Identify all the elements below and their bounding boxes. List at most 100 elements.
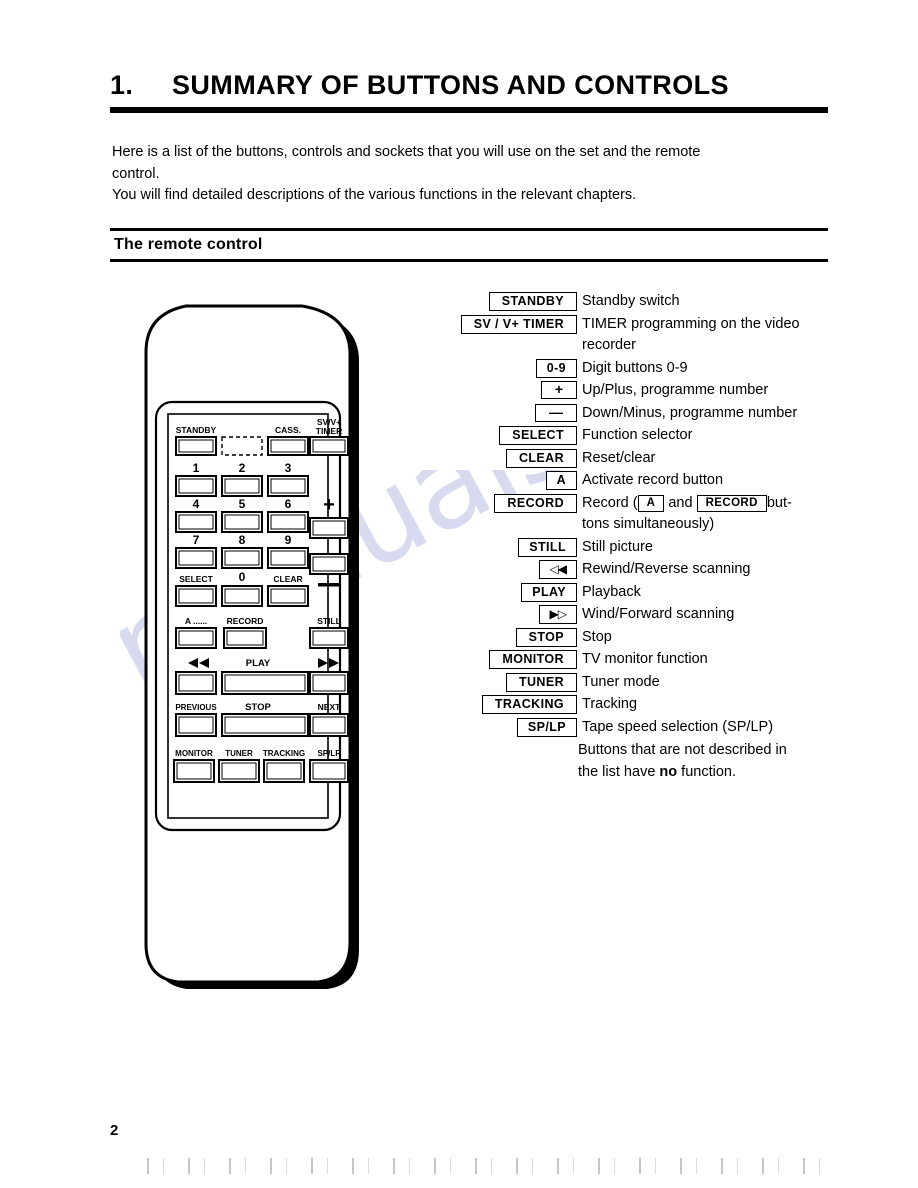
legend-row: STILL Still picture xyxy=(440,537,840,559)
footnote-line-2: the list have no function. xyxy=(578,762,840,784)
key-minus: — xyxy=(535,403,577,422)
legend-description: Tracking xyxy=(582,696,638,712)
document-page: 1. SUMMARY OF BUTTONS AND CONTROLS Here … xyxy=(0,0,918,1188)
legend-key: SV / V+ TIMER xyxy=(440,314,582,334)
remote-label-previous: PREVIOUS xyxy=(175,703,217,712)
legend-description: Still picture xyxy=(582,538,653,555)
footnote-text-after: function. xyxy=(677,763,736,780)
remote-label-8: 8 xyxy=(239,533,246,547)
legend-row: STOP Stop xyxy=(440,627,840,649)
page-number: 2 xyxy=(110,1122,119,1139)
record-suffix: but- xyxy=(766,494,792,511)
legend-row: + Up/Plus, programme number xyxy=(440,380,840,402)
record-mid: and xyxy=(668,494,693,511)
legend-key: RECORD xyxy=(440,493,582,513)
remote-label-splp: SP/LP xyxy=(317,749,341,758)
key-tracking: TRACKING xyxy=(481,695,577,714)
legend-description: Up/Plus, programme number xyxy=(582,382,769,398)
legend-row: RECORD Record (A and RECORD but- tons sim… xyxy=(440,493,840,536)
remote-label-tuner: TUNER xyxy=(225,749,253,758)
legend-key: TUNER xyxy=(440,672,582,692)
remote-label-cass: CASS. xyxy=(275,425,301,435)
legend-row: ◁◀ Rewind/Reverse scanning xyxy=(440,559,840,581)
legend-description: Activate record button xyxy=(582,472,724,488)
intro-line-3: You will find detailed descriptions of t… xyxy=(112,187,637,203)
footnote: Buttons that are not described in the li… xyxy=(578,740,840,783)
legend-key: STOP xyxy=(440,627,582,647)
legend-description: Stop xyxy=(582,628,612,645)
legend-description-record: Record (A and RECORD but- tons simultaneo… xyxy=(582,493,840,536)
record-prefix: Record ( xyxy=(582,494,638,511)
footnote-text-before: the list have xyxy=(578,763,660,780)
legend-description: Digit buttons 0-9 xyxy=(582,359,688,376)
legend-description: Tape speed selection (SP/LP) xyxy=(582,718,774,735)
legend-row: PLAY Playback xyxy=(440,582,840,604)
remote-label-monitor: MONITOR xyxy=(175,749,213,758)
legend-description: Reset/clear xyxy=(582,449,656,466)
legend-row: SP/LP Tape speed selection (SP/LP) xyxy=(440,717,840,739)
legend-key: STILL xyxy=(440,537,582,557)
legend-key: SELECT xyxy=(440,425,582,445)
legend-row: MONITOR TV monitor function xyxy=(440,649,840,671)
remote-label-tracking: TRACKING xyxy=(263,749,305,758)
key-play: PLAY xyxy=(521,582,577,602)
remote-label-6: 6 xyxy=(285,497,292,511)
chapter-heading: 1. SUMMARY OF BUTTONS AND CONTROLS xyxy=(110,70,828,113)
legend-row: — Down/Minus, programme number xyxy=(440,403,840,425)
remote-label-plus: + xyxy=(323,494,335,516)
remote-label-svv-2: TIMER xyxy=(316,426,342,436)
legend-key: TRACKING xyxy=(440,694,582,714)
record-continuation: tons simultaneously) xyxy=(582,516,715,532)
section-rule-bottom xyxy=(110,259,828,262)
remote-control-illustration: STANDBY CASS. SV/V+ TIMER 1 2 3 4 5 6 + … xyxy=(112,292,392,992)
key-clear: CLEAR xyxy=(505,448,577,468)
legend-key: CLEAR xyxy=(440,448,582,468)
legend-row: ▶▷ Wind/Forward scanning xyxy=(440,604,840,626)
legend-key: A xyxy=(440,470,582,490)
legend-row: STANDBY Standby switch xyxy=(440,291,840,313)
legend-description: Function selector xyxy=(582,427,693,443)
key-digits: 0-9 xyxy=(535,358,577,378)
key-standby: STANDBY xyxy=(488,292,577,311)
remote-label-2: 2 xyxy=(239,461,246,475)
legend-row: SV / V+ TIMER TIMER programming on the v… xyxy=(440,314,840,357)
key-sv-v-timer: SV / V+ TIMER xyxy=(460,314,577,334)
legend-row: SELECT Function selector xyxy=(440,425,840,447)
intro-line-2: control. xyxy=(112,165,160,182)
key-still: STILL xyxy=(518,537,577,557)
legend-row: A Activate record button xyxy=(440,470,840,492)
legend-key: + xyxy=(440,380,582,399)
legend-key: MONITOR xyxy=(440,649,582,669)
remote-label-record: RECORD xyxy=(227,616,264,626)
remote-label-clear: CLEAR xyxy=(273,574,302,584)
remote-label-a-dots: A ...... xyxy=(185,616,207,626)
key-plus: + xyxy=(540,381,577,399)
key-rewind-icon: ◁◀ xyxy=(538,560,577,579)
legend-description-cont: recorder xyxy=(582,337,636,353)
key-monitor: MONITOR xyxy=(489,650,577,669)
legend-key: ◁◀ xyxy=(440,559,582,579)
footnote-line-1: Buttons that are not described in xyxy=(578,742,787,758)
remote-label-0: 0 xyxy=(239,570,246,584)
legend-key: — xyxy=(440,403,582,422)
chapter-title: SUMMARY OF BUTTONS AND CONTROLS xyxy=(172,70,729,100)
legend-row: TUNER Tuner mode xyxy=(440,672,840,694)
legend-description: Tuner mode xyxy=(582,673,660,690)
legend-description: TV monitor function xyxy=(582,651,708,667)
remote-label-9: 9 xyxy=(285,533,292,547)
key-stop: STOP xyxy=(515,627,577,647)
remote-label-3: 3 xyxy=(285,461,292,475)
legend-description: Wind/Forward scanning xyxy=(582,606,735,622)
legend-description: Standby switch xyxy=(582,293,680,309)
inline-key-a: A xyxy=(637,494,665,512)
remote-label-7: 7 xyxy=(193,533,200,547)
remote-label-still: STILL xyxy=(317,616,341,626)
legend-description: Rewind/Reverse scanning xyxy=(582,561,751,577)
intro-paragraph: Here is a list of the buttons, controls … xyxy=(112,142,812,207)
remote-label-1: 1 xyxy=(193,461,200,475)
legend-row: 0-9 Digit buttons 0-9 xyxy=(440,358,840,380)
inline-key-record: RECORD xyxy=(696,494,767,512)
remote-label-5: 5 xyxy=(239,497,246,511)
footnote-emphasis: no xyxy=(659,763,678,780)
remote-label-standby: STANDBY xyxy=(176,425,217,435)
